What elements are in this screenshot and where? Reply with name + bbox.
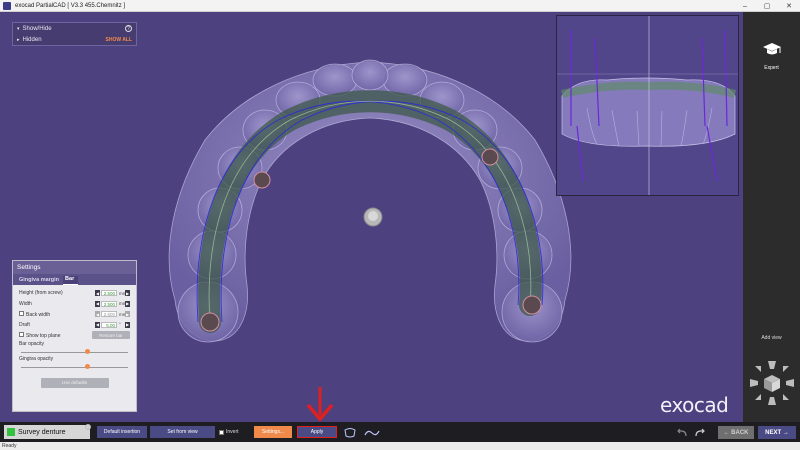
graduation-cap-icon	[762, 43, 781, 55]
apply-button[interactable]: Apply	[297, 426, 337, 438]
back-button-label: BACK	[731, 429, 749, 436]
settings-button[interactable]: Settings...	[254, 426, 292, 438]
status-bar: Ready	[0, 442, 800, 450]
side-view-render	[557, 16, 738, 195]
view-cube-icon[interactable]	[746, 357, 798, 409]
window-title: exocad PartialCAD [ V3.3 455.Chemnitz ]	[15, 2, 126, 9]
draft-increase-button[interactable]: ▶	[125, 321, 130, 328]
restore-bar-button[interactable]: Restore bar	[92, 331, 130, 340]
step-status-icon	[7, 428, 15, 436]
default-insertion-button[interactable]: Default insertion	[97, 426, 147, 438]
settings-body: Height (from screw) ◀ 2.500 mm ▶ Width ◀…	[13, 285, 136, 391]
draft-decrease-button[interactable]: ◀	[95, 321, 100, 328]
width-label: Width	[19, 300, 32, 307]
help-icon[interactable]: ?	[85, 424, 91, 430]
back-button[interactable]: ← BACK	[718, 426, 754, 439]
back-width-label: Back width	[26, 311, 51, 318]
exocad-app: exocad PartialCAD [ V3.3 455.Chemnitz ] …	[0, 0, 800, 450]
chevron-down-icon: ▾	[17, 25, 20, 32]
jaw-icon[interactable]	[344, 428, 356, 438]
back-width-unit: mm	[119, 311, 127, 317]
height-row: Height (from screw) ◀ 2.500 mm ▶	[19, 288, 130, 299]
settings-title: Settings	[13, 261, 136, 274]
gingiva-opacity-slider[interactable]	[21, 363, 128, 371]
help-icon[interactable]: ?	[125, 25, 132, 32]
hidden-label: Hidden	[22, 36, 42, 43]
show-hide-label: Show/Hide	[22, 25, 52, 32]
step-title-box: Survey denture	[4, 425, 90, 439]
app-icon	[3, 1, 11, 10]
tab-gingiva-margin[interactable]: Gingiva margin	[17, 277, 63, 285]
gingiva-opacity-knob[interactable]	[84, 364, 90, 369]
set-from-view-button[interactable]: Set from view	[150, 426, 215, 438]
arrow-right-icon: →	[781, 429, 789, 436]
show-top-plane-checkbox[interactable]	[19, 331, 24, 337]
top-plane-row: Show top plane Restore bar	[19, 330, 130, 341]
show-hide-row[interactable]: ▾ Show/Hide ?	[13, 23, 136, 34]
right-sidebar: Expert Add view	[743, 12, 800, 422]
side-view-panel[interactable]	[556, 15, 739, 196]
show-all-button[interactable]: SHOW ALL	[106, 37, 132, 43]
bottom-toolbar: Survey denture ? Default insertion Set f…	[0, 422, 800, 442]
title-bar: exocad PartialCAD [ V3.3 455.Chemnitz ] …	[0, 0, 800, 12]
next-button-label: NEXT	[765, 429, 782, 436]
draft-input[interactable]: 5.00	[101, 321, 117, 328]
add-view-label[interactable]: Add view	[743, 335, 800, 341]
gingiva-opacity-label: Gingiva opacity	[19, 355, 54, 362]
back-width-row: Back width ◀ 2.500 mm ▶	[19, 309, 130, 320]
width-increase-button[interactable]: ▶	[125, 300, 130, 307]
bar-opacity-label: Bar opacity	[19, 340, 45, 347]
width-input[interactable]: 2.500	[101, 300, 117, 307]
back-width-input[interactable]: 2.500	[101, 311, 117, 318]
height-decrease-button[interactable]: ◀	[95, 290, 100, 297]
exocad-logo: exocad	[660, 393, 729, 417]
chevron-right-icon: ▸	[17, 36, 20, 43]
use-defaults-button[interactable]: Use defaults	[40, 377, 109, 388]
back-width-decrease-button[interactable]: ◀	[95, 311, 100, 318]
height-input[interactable]: 2.500	[101, 290, 117, 297]
arrow-left-icon: ←	[723, 429, 732, 436]
draft-unit: °	[119, 322, 121, 328]
invert-checkbox[interactable]	[219, 429, 224, 435]
close-button[interactable]: ✕	[778, 0, 800, 12]
height-label: Height (from screw)	[19, 290, 63, 297]
settings-panel: Settings Gingiva margin Bar Height (from…	[12, 260, 137, 412]
width-decrease-button[interactable]: ◀	[95, 300, 100, 307]
back-width-increase-button[interactable]: ▶	[125, 311, 130, 318]
settings-tabs: Gingiva margin Bar	[13, 274, 136, 285]
invert-label: Invert	[226, 429, 239, 435]
width-unit: mm	[119, 301, 127, 307]
red-arrow-annotation	[306, 387, 334, 422]
invert-option[interactable]: Invert	[219, 429, 239, 435]
expert-label: Expert	[764, 65, 779, 71]
expert-button[interactable]: Expert	[743, 42, 800, 71]
draft-label: Draft	[19, 321, 30, 328]
maximize-button[interactable]: ▢	[756, 0, 778, 12]
curve-icon[interactable]	[364, 428, 380, 438]
undo-icon[interactable]	[676, 428, 688, 438]
bar-opacity-slider[interactable]	[21, 348, 128, 356]
draft-row: Draft ◀ 5.00 ° ▶	[19, 320, 130, 331]
width-row: Width ◀ 2.500 mm ▶	[19, 299, 130, 310]
hidden-row[interactable]: ▸ Hidden SHOW ALL	[13, 34, 136, 45]
show-hide-panel: ▾ Show/Hide ? ▸ Hidden SHOW ALL	[12, 22, 137, 46]
minimize-button[interactable]: –	[734, 0, 756, 12]
redo-icon[interactable]	[694, 428, 706, 438]
height-unit: mm	[119, 290, 127, 296]
bar-opacity-knob[interactable]	[84, 349, 90, 354]
show-top-plane-label: Show top plane	[26, 332, 61, 339]
window-controls: – ▢ ✕	[734, 0, 800, 12]
tab-bar[interactable]: Bar	[63, 276, 79, 285]
height-increase-button[interactable]: ▶	[125, 290, 130, 297]
step-title: Survey denture	[18, 428, 66, 436]
next-button[interactable]: NEXT →	[758, 426, 796, 439]
back-width-checkbox[interactable]	[19, 310, 24, 316]
